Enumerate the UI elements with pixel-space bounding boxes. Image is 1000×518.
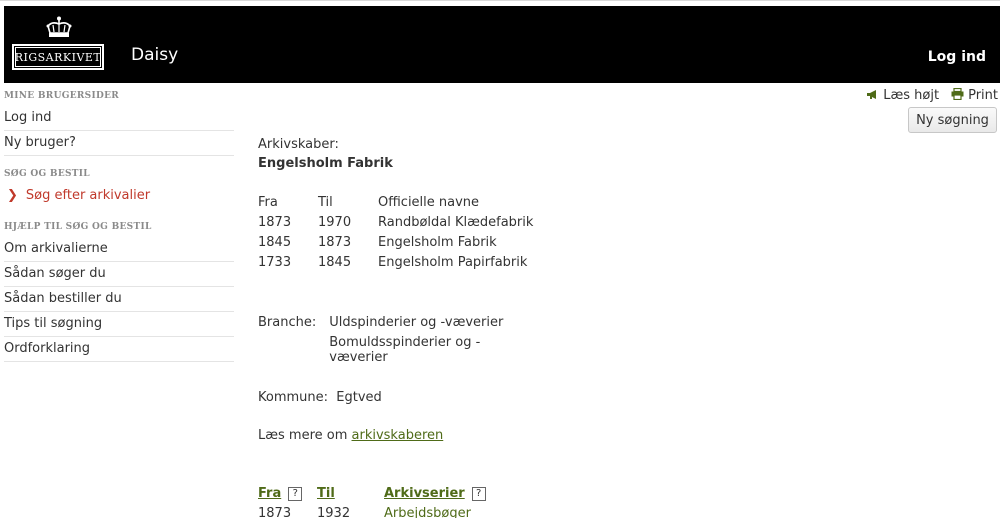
- read-aloud-label: Læs højt: [883, 88, 940, 103]
- industry-section: Branche: Uldspinderier og -væverier Bomu…: [258, 315, 533, 365]
- page-toolbar: Læs højt Print: [866, 87, 998, 103]
- sidebar-item-new-user[interactable]: Ny bruger?: [4, 131, 234, 156]
- sort-to-link[interactable]: Til: [317, 486, 335, 501]
- industry-label: Branche:: [258, 315, 317, 330]
- printer-icon: [951, 87, 964, 103]
- industry-value: Uldspinderier og -væverier: [329, 315, 504, 330]
- help-icon[interactable]: ?: [471, 486, 486, 501]
- cell-from: 1733: [258, 255, 292, 270]
- column-header-official-names: Officielle navne: [378, 195, 480, 210]
- table-row: 1873 1970 Randbøldal Klædefabrik: [258, 215, 533, 235]
- read-more: Læs mere om arkivskaberen: [258, 428, 443, 443]
- municipality-label: Kommune:: [258, 390, 329, 405]
- read-more-link[interactable]: arkivskaberen: [352, 428, 444, 443]
- header-login-link[interactable]: Log ind: [928, 49, 986, 65]
- column-header-to: Til: [318, 195, 333, 210]
- sort-series-link[interactable]: Arkivserier: [384, 486, 465, 501]
- read-more-text: Læs mere om: [258, 428, 352, 443]
- table-row: 1845 1873 Engelsholm Fabrik: [258, 235, 533, 255]
- table-header-row: Fra Til Officielle navne: [258, 195, 533, 215]
- logo-frame: RIGSARKIVET: [12, 44, 104, 70]
- chevron-right-icon: ❯: [7, 188, 18, 203]
- series-from: 1873: [258, 505, 292, 518]
- cell-to: 1873: [318, 235, 352, 250]
- table-row: 1873 1932 Arbejdsbøger: [258, 503, 486, 518]
- crown-icon: [46, 16, 72, 37]
- sidebar-item-glossary[interactable]: Ordforklaring: [4, 337, 234, 362]
- record-creator-details: Arkivskaber: Engelsholm Fabrik Fra Til O…: [258, 137, 533, 518]
- sidebar-heading-help: HJÆLP TIL SØG OG BESTIL: [4, 222, 152, 232]
- municipality-value: Egtved: [336, 390, 382, 405]
- cell-name: Engelsholm Papirfabrik: [378, 255, 528, 270]
- megaphone-icon: [866, 89, 879, 103]
- logo-text: RIGSARKIVET: [15, 47, 101, 67]
- help-icon[interactable]: ?: [288, 486, 303, 501]
- sidebar-item-about-records[interactable]: Om arkivalierne: [4, 237, 234, 262]
- column-header-from: Fra: [258, 195, 278, 210]
- sidebar-heading-user-pages: MINE BRUGERSIDER: [4, 91, 120, 101]
- sidebar-item-search-records[interactable]: ❯ Søg efter arkivalier: [4, 184, 234, 209]
- read-aloud-button[interactable]: Læs højt: [866, 88, 939, 103]
- cell-name: Randbøldal Klædefabrik: [378, 215, 534, 230]
- cell-to: 1845: [318, 255, 352, 270]
- municipality-section: Kommune: Egtved: [258, 390, 382, 405]
- table-row: 1733 1845 Engelsholm Papirfabrik: [258, 255, 533, 275]
- sidebar-item-how-to-search[interactable]: Sådan søger du: [4, 262, 234, 287]
- sidebar: MINE BRUGERSIDER Log ind Ny bruger? SØG …: [4, 86, 234, 362]
- sidebar-item-search-tips[interactable]: Tips til søgning: [4, 312, 234, 337]
- sort-from-link[interactable]: Fra: [258, 486, 281, 501]
- site-header: RIGSARKIVET Daisy Log ind: [4, 6, 1000, 83]
- print-button[interactable]: Print: [951, 87, 998, 103]
- sidebar-item-label: Søg efter arkivalier: [25, 188, 151, 203]
- cell-from: 1845: [258, 235, 292, 250]
- series-link[interactable]: Arbejdsbøger: [384, 506, 471, 518]
- sidebar-item-login[interactable]: Log ind: [4, 106, 234, 131]
- cell-to: 1970: [318, 215, 352, 230]
- archive-series-table: Fra? Til Arkivserier? 1873 1932 Arbejdsb…: [258, 484, 486, 518]
- cell-name: Engelsholm Fabrik: [378, 235, 497, 250]
- sidebar-item-how-to-order[interactable]: Sådan bestiller du: [4, 287, 234, 312]
- official-names-table: Fra Til Officielle navne 1873 1970 Randb…: [258, 195, 533, 275]
- cell-from: 1873: [258, 215, 292, 230]
- creator-label: Arkivskaber:: [258, 137, 339, 152]
- new-search-button[interactable]: Ny søgning: [908, 107, 997, 133]
- series-to: 1932: [317, 505, 351, 518]
- rigsarkivet-logo[interactable]: RIGSARKIVET: [12, 14, 104, 72]
- creator-name: Engelsholm Fabrik: [258, 156, 393, 171]
- sidebar-heading-search-order: SØG OG BESTIL: [4, 169, 90, 179]
- series-header-row: Fra? Til Arkivserier?: [258, 484, 486, 503]
- app-title[interactable]: Daisy: [131, 45, 178, 65]
- print-label: Print: [968, 88, 998, 103]
- industry-value: Bomuldsspinderier og -væverier: [329, 335, 481, 365]
